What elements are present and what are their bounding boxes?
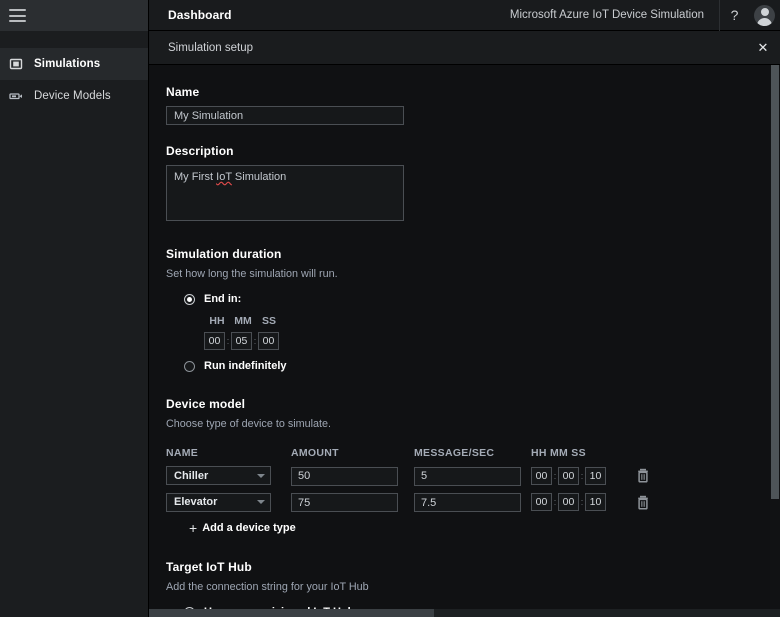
close-icon[interactable]: ✕ <box>746 31 780 64</box>
device-mm-input[interactable] <box>558 493 579 512</box>
target-iot-hub-section: Target IoT Hub Add the connection string… <box>166 560 780 610</box>
sidebar: Simulations Device Models <box>0 0 149 617</box>
name-field-group: Name <box>166 85 780 125</box>
radio-run-indefinitely[interactable]: Run indefinitely <box>184 360 780 372</box>
device-mm-input[interactable] <box>558 466 579 485</box>
section-hint-device-model: Choose type of device to simulate. <box>166 418 332 430</box>
trash-icon[interactable] <box>636 468 650 483</box>
description-label: Description <box>166 144 234 158</box>
section-hint-duration: Set how long the simulation will run. <box>166 268 338 280</box>
device-amount-cell <box>291 466 414 486</box>
radio-end-in[interactable]: End in: <box>184 293 780 305</box>
hms-header-ss: SS <box>261 315 276 327</box>
device-amount-input[interactable] <box>291 466 398 486</box>
column-header-msgsec: MESSAGE/SEC <box>414 447 495 459</box>
hms-header-hh: HH <box>209 315 225 327</box>
question-mark-icon: ? <box>730 7 739 23</box>
device-amount-input[interactable] <box>291 493 398 512</box>
section-hint-target-hub: Add the connection string for your IoT H… <box>166 581 369 593</box>
panel-body: Name Description My First IoT Simulation… <box>149 65 780 610</box>
duration-ss-input[interactable] <box>258 332 279 350</box>
duration-hms-inputs: : : <box>204 332 780 350</box>
duration-hms-headers: HH MM SS <box>204 315 780 327</box>
brand-label: Microsoft Azure IoT Device Simulation <box>509 9 704 21</box>
device-amount-cell <box>291 493 414 512</box>
device-name-cell: Elevator <box>166 492 291 512</box>
description-text-prefix: My First <box>174 171 217 183</box>
name-label: Name <box>166 85 200 99</box>
vertical-scrollbar-thumb[interactable] <box>771 65 779 499</box>
top-header: Dashboard Microsoft Azure IoT Device Sim… <box>149 0 780 31</box>
device-ss-input[interactable] <box>585 466 606 485</box>
device-hh-input[interactable] <box>531 466 552 485</box>
radio-label: End in: <box>204 293 242 305</box>
section-title-duration: Simulation duration <box>166 247 282 261</box>
device-hms-cell: : : <box>531 493 626 512</box>
panel-header: Simulation setup ✕ <box>149 31 780 65</box>
sidebar-item-device-models[interactable]: Device Models <box>0 80 148 112</box>
page-title: Dashboard <box>168 8 232 22</box>
device-hh-input[interactable] <box>531 493 552 512</box>
simulation-setup-panel: Simulation setup ✕ Name Description My F… <box>149 31 780 617</box>
sidebar-header <box>0 0 148 31</box>
sidebar-nav: Simulations Device Models <box>0 31 148 112</box>
radio-indicator <box>184 293 195 305</box>
device-hms-cell: : : <box>531 466 626 485</box>
hamburger-icon[interactable] <box>9 9 26 22</box>
device-model-select[interactable]: Elevator <box>166 492 271 512</box>
device-model-select[interactable]: Chiller <box>166 466 271 486</box>
app-window: Simulations Device Models Dashboard Micr… <box>0 0 780 617</box>
user-avatar-icon <box>754 4 775 26</box>
device-msgsec-input[interactable] <box>414 466 521 486</box>
description-input[interactable]: My First IoT Simulation <box>166 165 404 221</box>
column-header-name: NAME <box>166 447 199 459</box>
avatar[interactable] <box>749 0 780 31</box>
device-model-select-value: Chiller <box>174 469 209 482</box>
section-title-device-model: Device model <box>166 397 246 411</box>
add-device-type-label: Add a device type <box>202 522 296 534</box>
description-text-suffix: Simulation <box>231 171 287 183</box>
horizontal-scrollbar-thumb[interactable] <box>149 609 434 617</box>
column-header-amount: AMOUNT <box>291 447 339 459</box>
plus-icon: + <box>189 520 198 536</box>
simulations-icon <box>9 57 23 71</box>
radio-indicator <box>184 360 195 372</box>
device-ss-input[interactable] <box>585 493 606 512</box>
trash-icon[interactable] <box>636 495 650 510</box>
help-button[interactable]: ? <box>719 0 749 31</box>
sidebar-item-simulations[interactable]: Simulations <box>0 48 148 80</box>
section-title-target-hub: Target IoT Hub <box>166 560 252 574</box>
device-msgsec-cell <box>414 493 531 512</box>
duration-hh-input[interactable] <box>204 332 225 350</box>
description-field-group: Description My First IoT Simulation <box>166 144 780 221</box>
name-input[interactable] <box>166 106 404 125</box>
panel-title: Simulation setup <box>168 41 254 54</box>
device-model-select-value: Elevator <box>174 496 218 509</box>
device-models-icon <box>9 89 23 103</box>
add-device-type-button[interactable]: + Add a device type <box>189 521 780 535</box>
horizontal-scrollbar[interactable] <box>149 609 780 617</box>
chevron-down-icon <box>257 473 265 478</box>
vertical-scrollbar[interactable] <box>770 65 780 610</box>
description-text-misspelled: IoT <box>216 171 232 183</box>
device-table-header: NAME AMOUNT MESSAGE/SEC HH MM SS <box>166 447 780 459</box>
chevron-down-icon <box>257 500 265 505</box>
device-msgsec-input[interactable] <box>414 493 521 512</box>
hms-header-mm: MM <box>234 315 252 327</box>
simulation-duration-section: Simulation duration Set how long the sim… <box>166 247 780 372</box>
sidebar-item-label: Simulations <box>34 58 101 70</box>
device-msgsec-cell <box>414 466 531 486</box>
table-row: Elevator : <box>166 492 780 512</box>
sidebar-item-label: Device Models <box>34 90 111 102</box>
column-header-hms: HH MM SS <box>531 447 586 459</box>
radio-label: Run indefinitely <box>204 360 287 372</box>
device-model-section: Device model Choose type of device to si… <box>166 397 780 535</box>
duration-mm-input[interactable] <box>231 332 252 350</box>
table-row: Chiller : <box>166 466 780 486</box>
device-name-cell: Chiller <box>166 466 291 486</box>
